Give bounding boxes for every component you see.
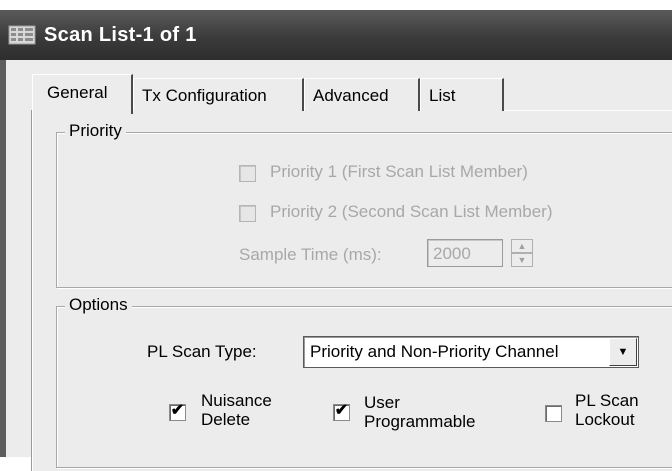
- options-legend: Options: [65, 295, 132, 315]
- priority-group: Priority Priority 1 (First Scan List Mem…: [56, 121, 672, 288]
- tab-advanced-label: Advanced: [313, 86, 389, 105]
- priority2-checkbox[interactable]: [239, 205, 256, 222]
- priority1-label: Priority 1 (First Scan List Member): [270, 162, 528, 181]
- user-programmable-line2: Programmable: [364, 412, 476, 431]
- arrow-down-icon: ▼: [517, 255, 527, 265]
- sample-time-input[interactable]: 2000: [427, 239, 503, 267]
- tab-tx-configuration[interactable]: Tx Configuration: [133, 78, 304, 111]
- sample-time-value: 2000: [433, 244, 471, 263]
- check-icon: ✔: [170, 402, 185, 419]
- spin-up-button[interactable]: ▲: [511, 239, 533, 253]
- pl-scan-type-select[interactable]: Priority and Non-Priority Channel: [303, 336, 639, 368]
- nuisance-delete-label: Nuisance Delete: [201, 391, 272, 429]
- options-group: Options PL Scan Type: Priority and Non-P…: [56, 295, 672, 468]
- window-title: Scan List-1 of 1: [44, 23, 197, 46]
- dialog-window: General Tx Configuration Advanced List P…: [0, 60, 672, 471]
- pl-scan-lockout-label: PL Scan Lockout: [575, 391, 639, 429]
- nuisance-delete-checkbox[interactable]: ✔: [169, 402, 186, 421]
- tab-tx-configuration-label: Tx Configuration: [142, 86, 267, 105]
- pl-scan-lockout-line2: Lockout: [575, 410, 635, 429]
- chevron-down-icon: ▼: [617, 346, 629, 358]
- nuisance-delete-line2: Delete: [201, 410, 251, 429]
- priority-legend: Priority: [65, 121, 126, 141]
- user-programmable-line1: User: [364, 393, 400, 412]
- priority1-checkbox[interactable]: [239, 165, 256, 182]
- check-icon: ✔: [334, 402, 349, 419]
- pl-scan-type-label: PL Scan Type:: [147, 342, 257, 361]
- pl-scan-type-dropdown-button[interactable]: ▼: [609, 338, 637, 366]
- tab-general-label: General: [47, 83, 108, 102]
- tab-list[interactable]: List: [420, 78, 504, 111]
- user-programmable-label: User Programmable: [364, 393, 476, 431]
- pl-scan-lockout-line1: PL Scan: [575, 391, 639, 410]
- nuisance-delete-line1: Nuisance: [201, 391, 272, 410]
- spin-down-button[interactable]: ▼: [511, 253, 533, 267]
- pl-scan-type-value: Priority and Non-Priority Channel: [310, 342, 559, 361]
- priority2-label: Priority 2 (Second Scan List Member): [270, 202, 553, 221]
- arrow-up-icon: ▲: [517, 241, 527, 251]
- tab-advanced[interactable]: Advanced: [304, 78, 420, 111]
- sample-time-label: Sample Time (ms):: [239, 245, 382, 264]
- tab-list-label: List: [429, 86, 456, 105]
- scan-list-grid-icon: [8, 25, 36, 45]
- user-programmable-checkbox[interactable]: ✔: [333, 402, 350, 421]
- tab-general[interactable]: General: [32, 74, 133, 114]
- pl-scan-lockout-checkbox[interactable]: [545, 405, 562, 422]
- title-bar: Scan List-1 of 1: [0, 10, 672, 60]
